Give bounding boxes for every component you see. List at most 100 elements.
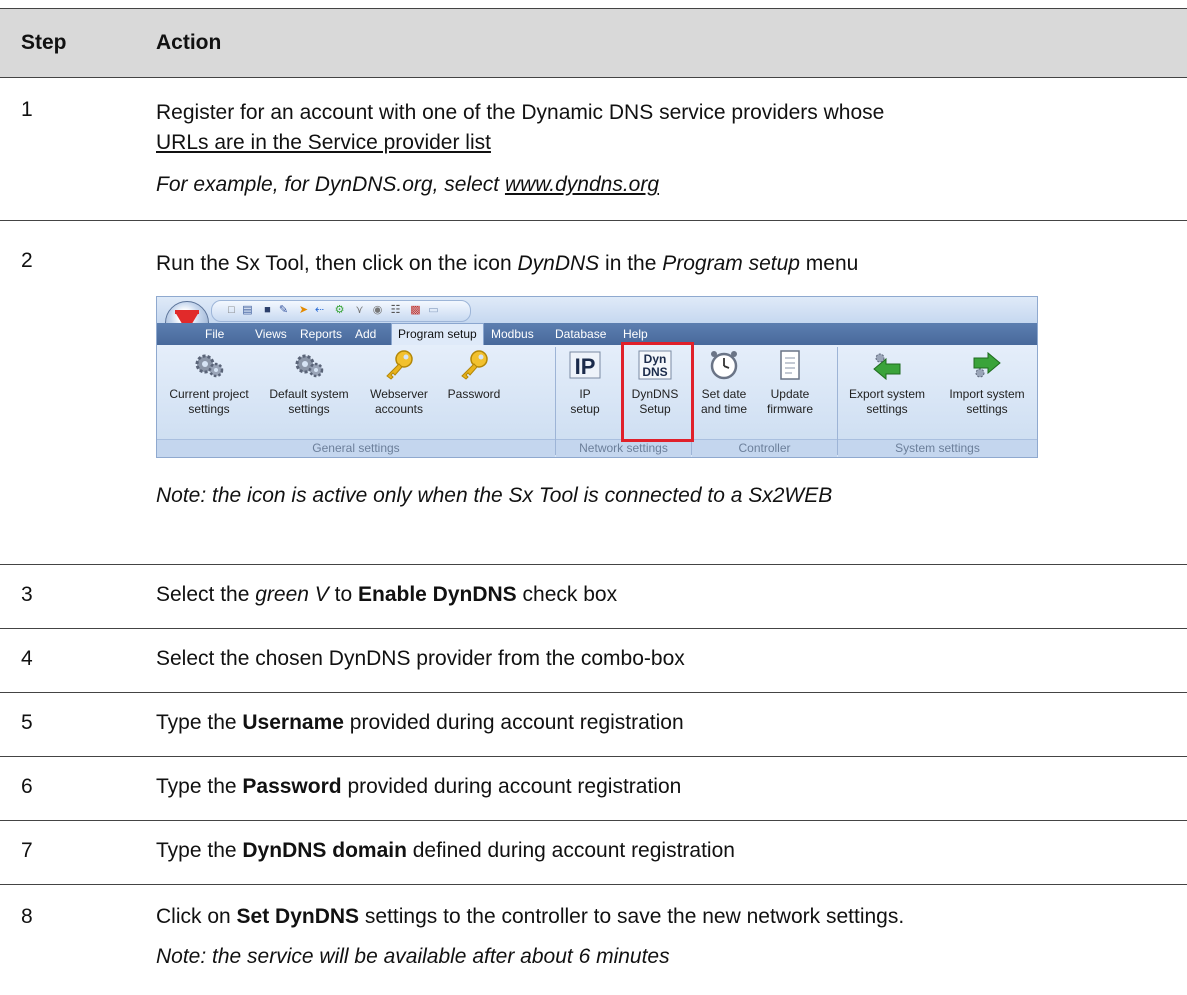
example-text: For example, for DynDNS.org, select www.…	[156, 170, 1177, 200]
gears-icon	[195, 354, 224, 378]
gears-icon	[295, 354, 324, 378]
edit-icon[interactable]: ✎	[278, 305, 289, 316]
step-action: Run the Sx Tool, then click on the icon …	[156, 249, 1177, 279]
dyndns-url-link[interactable]: www.dyndns.org	[505, 173, 659, 196]
document-icon	[780, 350, 800, 380]
button-label-line2: accounts	[374, 402, 424, 416]
ip-icon: IP	[569, 351, 601, 379]
action-text: Click on	[156, 905, 237, 928]
table-row: 7 Type the DynDNS domain defined during …	[0, 821, 1187, 885]
wireless-icon[interactable]: ◉	[372, 305, 383, 316]
action-text: settings to the controller to save the n…	[359, 905, 905, 928]
group-label-general: General settings	[157, 439, 555, 457]
set-dyndns-term: Set DynDNS	[236, 905, 360, 928]
key-icon	[386, 350, 413, 380]
ip-icon-text: IP	[575, 354, 596, 379]
quick-access-pill: □ ▤ ■ ✎ ➤ ⇠ ⚙ ⋎ ◉ ☷ ▩ ▭	[211, 300, 471, 322]
new-file-icon[interactable]: □	[226, 305, 237, 316]
menu-help[interactable]: Help	[623, 327, 648, 341]
table-row: 4 Select the chosen DynDNS provider from…	[0, 629, 1187, 693]
step-number: 3	[21, 583, 33, 606]
quick-access-toolbar: □ ▤ ■ ✎ ➤ ⇠ ⚙ ⋎ ◉ ☷ ▩ ▭	[157, 297, 1037, 323]
table-row: 2 Run the Sx Tool, then click on the ico…	[0, 221, 1187, 565]
button-label-line1: IP	[579, 387, 591, 401]
grid-icon[interactable]: ⋎	[354, 305, 365, 316]
table-row: 6 Type the Password provided during acco…	[0, 757, 1187, 821]
receive-icon[interactable]: ⇠	[314, 305, 325, 316]
update-firmware-button[interactable]: Update firmware	[757, 349, 823, 417]
button-label-line1: Default system	[269, 387, 349, 401]
action-text: in the	[599, 252, 663, 275]
step-number: 5	[21, 711, 33, 734]
step-number: 8	[21, 905, 33, 928]
action-text: check box	[516, 583, 618, 606]
table-row: 8 Click on Set DynDNS settings to the co…	[0, 885, 1187, 995]
password-button[interactable]: Password	[441, 349, 507, 402]
step-action: Type the Password provided during accoun…	[156, 772, 1177, 802]
step-action: Type the DynDNS domain defined during ac…	[156, 836, 1177, 866]
export-arrow-icon	[873, 353, 901, 381]
export-system-settings-button[interactable]: Export system settings	[841, 349, 933, 417]
button-label-line2: settings	[288, 402, 330, 416]
menu-program-setup[interactable]: Program setup	[391, 323, 484, 345]
set-date-time-button[interactable]: Set date and time	[693, 349, 755, 417]
monitor-icon[interactable]: ▭	[428, 305, 439, 316]
button-label-line2: settings	[188, 402, 230, 416]
action-line: Click on Set DynDNS settings to the cont…	[156, 902, 1177, 932]
ip-setup-button[interactable]: IP IP setup	[559, 349, 611, 417]
step-column-header: Step	[21, 31, 67, 54]
import-system-settings-button[interactable]: Import system settings	[939, 349, 1035, 417]
ribbon-tools: Current project settings Default system …	[157, 345, 1037, 439]
program-setup-term: Program setup	[662, 252, 800, 275]
button-label-line1: Current project	[169, 387, 249, 401]
save-icon[interactable]: ■	[262, 305, 273, 316]
action-text: provided during account registration	[341, 775, 682, 798]
import-arrow-icon	[973, 351, 1001, 378]
step-action: Click on Set DynDNS settings to the cont…	[156, 902, 1177, 972]
menu-views[interactable]: Views	[255, 327, 287, 341]
open-icon[interactable]: ▤	[242, 305, 253, 316]
step-action: Register for an account with one of the …	[156, 98, 1177, 200]
dyndns-domain-term: DynDNS domain	[242, 839, 407, 862]
dyndns-highlight-box	[621, 342, 694, 442]
sx-tool-ribbon: □ ▤ ■ ✎ ➤ ⇠ ⚙ ⋎ ◉ ☷ ▩ ▭ File Views Repor…	[156, 296, 1038, 458]
send-icon[interactable]: ➤	[298, 305, 309, 316]
table-row: 5 Type the Username provided during acco…	[0, 693, 1187, 757]
default-system-settings-button[interactable]: Default system settings	[261, 349, 357, 417]
group-label-controller: Controller	[692, 439, 837, 457]
alarm-clock-icon	[710, 351, 738, 380]
action-text: Run the Sx Tool, then click on the icon	[156, 252, 518, 275]
step-number: 4	[21, 647, 33, 670]
current-project-settings-button[interactable]: Current project settings	[161, 349, 257, 417]
service-provider-list-link[interactable]: URLs are in the Service provider list	[156, 128, 1177, 158]
password-term: Password	[242, 775, 342, 798]
enable-dyndns-term: Enable DynDNS	[357, 583, 517, 606]
button-label-line2: firmware	[766, 402, 813, 416]
button-label-line2: settings	[966, 402, 1008, 416]
color-icon[interactable]: ▩	[410, 305, 421, 316]
menu-modbus[interactable]: Modbus	[491, 327, 534, 341]
table-row: 3 Select the green V to Enable DynDNS ch…	[0, 565, 1187, 629]
network-icon[interactable]: ☷	[390, 305, 401, 316]
menu-reports[interactable]: Reports	[300, 327, 342, 341]
action-text: Type the	[156, 775, 243, 798]
action-text: Select the	[156, 583, 256, 606]
menu-file[interactable]: File	[205, 327, 224, 341]
note-text: Note: the icon is active only when the S…	[156, 484, 833, 507]
step-number: 2	[21, 249, 33, 272]
action-text: menu	[799, 252, 859, 275]
group-label-system: System settings	[838, 439, 1037, 457]
action-text: Type the	[156, 711, 243, 734]
menu-database[interactable]: Database	[555, 327, 606, 341]
button-label-line2: setup	[570, 402, 600, 416]
step-action: Type the Username provided during accoun…	[156, 708, 1177, 738]
ribbon-menu: File Views Reports Add Program setup Mod…	[157, 323, 1037, 345]
refresh-icon[interactable]: ⚙	[334, 305, 345, 316]
menu-add[interactable]: Add	[355, 327, 376, 341]
button-label-line1: Set date	[701, 387, 747, 401]
webserver-accounts-button[interactable]: Webserver accounts	[361, 349, 437, 417]
button-label-line2: settings	[866, 402, 908, 416]
action-text: defined during account registration	[406, 839, 735, 862]
button-label-line1: Import system	[949, 387, 1025, 401]
action-text: Register for an account with one of the …	[156, 101, 885, 124]
